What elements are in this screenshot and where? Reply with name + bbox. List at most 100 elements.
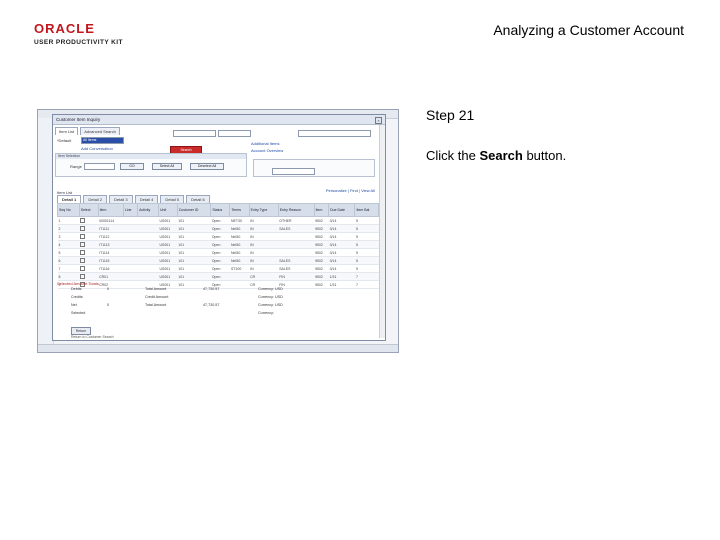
table-cell: Open [210, 240, 230, 249]
step-number: Step 21 [426, 107, 475, 123]
search-field-2[interactable] [218, 130, 251, 137]
row-select-checkbox[interactable] [79, 240, 99, 249]
table-cell: Open [210, 264, 230, 273]
item-selection-group: Item Selection Range GO Select All Desel… [55, 153, 247, 177]
checkbox-icon[interactable] [80, 225, 86, 231]
close-icon[interactable]: × [375, 117, 382, 124]
type-select[interactable] [272, 168, 315, 175]
table-cell: FIN [278, 280, 315, 289]
grid-column-header[interactable]: Activity [137, 203, 159, 217]
row-select-checkbox[interactable] [79, 264, 99, 273]
table-cell: ST100 [229, 264, 250, 273]
table-cell: Open [210, 216, 230, 225]
table-cell: OTHER [278, 216, 315, 225]
grid-column-header[interactable]: Status [210, 203, 231, 217]
table-cell: US001 [158, 224, 178, 233]
table-cell: Net30 [229, 248, 250, 257]
grid-column-header[interactable]: Customer ID [176, 203, 212, 217]
table-cell: 3/14 [328, 240, 355, 249]
instruction-target: Search [479, 148, 523, 163]
table-cell [137, 232, 159, 241]
table-cell: US001 [158, 256, 178, 265]
row-select-checkbox[interactable] [79, 216, 99, 225]
grid-column-header[interactable]: Terms [229, 203, 250, 217]
tab-item-list[interactable]: Item List [55, 127, 79, 135]
application-screenshot: Customer Item Inquiry × Item List Advanc… [37, 109, 399, 353]
table-cell: 9502 [314, 240, 329, 249]
grid-column-header[interactable]: Entry Type [248, 203, 279, 217]
table-cell: FIN [278, 272, 315, 281]
table-row: 8 CR01 US001 101 Open CR FIN 9502 1/31 7 [57, 272, 379, 281]
checkbox-icon[interactable] [80, 217, 86, 223]
table-cell: US001 [158, 216, 178, 225]
instruction-suffix: button. [522, 148, 567, 163]
grid-column-header[interactable]: Item [313, 203, 330, 217]
go-button[interactable]: GO [120, 163, 144, 170]
row-select-checkbox[interactable] [79, 256, 99, 265]
table-cell: IN [249, 216, 279, 225]
table-cell: 101 [177, 216, 211, 225]
table-cell: IT1116 [98, 264, 124, 273]
table-cell [137, 240, 159, 249]
checkbox-icon[interactable] [80, 233, 86, 239]
oracle-logo: ORACLE USER PRODUCTIVITY KIT [34, 22, 164, 46]
table-cell: CR [249, 272, 279, 281]
table-cell: IT1114 [98, 248, 124, 257]
row-select-checkbox[interactable] [79, 272, 99, 281]
table-cell: IN [249, 240, 279, 249]
search-field-1[interactable] [173, 130, 216, 137]
table-cell: 9502 [314, 216, 329, 225]
checkbox-icon[interactable] [80, 249, 86, 255]
range-input[interactable] [84, 163, 115, 170]
table-cell: SALES [278, 264, 315, 273]
grid-column-header[interactable]: Select [78, 203, 99, 217]
select-all-button[interactable]: Select All [152, 163, 182, 170]
table-cell: CR01 [98, 272, 124, 281]
table-cell [123, 280, 138, 289]
table-cell: 9502 [314, 224, 329, 233]
table-cell: 9502 [314, 264, 329, 273]
grid-column-header[interactable]: Item [97, 203, 124, 217]
row-select-checkbox[interactable] [79, 248, 99, 257]
summary-cell: 0 [107, 287, 110, 291]
additional-items-link[interactable]: Additional Items [251, 141, 279, 146]
dialog-scrollbar[interactable] [379, 125, 385, 338]
table-cell [123, 216, 138, 225]
tab-advanced-search[interactable]: Advanced Search [80, 127, 120, 135]
table-cell: 7 [354, 280, 379, 289]
checkbox-icon[interactable] [80, 241, 86, 247]
search-field-3[interactable] [298, 130, 371, 137]
row-select-checkbox[interactable] [79, 232, 99, 241]
table-cell: 3/14 [328, 256, 355, 265]
dialog-subtabs: Item List Advanced Search [55, 127, 121, 135]
grid-column-header[interactable]: Line [122, 203, 139, 217]
table-cell [123, 272, 138, 281]
checkbox-icon[interactable] [80, 273, 86, 279]
table-row: 3 IT1112 US001 101 Open Net30 IN 9502 3/14 5 [57, 232, 379, 241]
summary-cell: Total Amount [145, 287, 167, 291]
table-cell: 3 [57, 232, 80, 241]
table-cell [137, 256, 159, 265]
deselect-all-button[interactable]: Deselect All [190, 163, 224, 170]
grid-nav-links[interactable]: Personalize | Find | View All [326, 188, 375, 193]
grid-column-header[interactable]: Entry Reason [277, 203, 315, 217]
return-to-search-link[interactable]: Return to Customer Search [71, 335, 114, 339]
table-cell [229, 280, 250, 289]
checkbox-icon[interactable] [80, 257, 86, 263]
checkbox-icon[interactable] [80, 265, 86, 271]
row-select-checkbox[interactable] [79, 224, 99, 233]
add-conversation-link[interactable]: Add Conversation [81, 146, 113, 151]
table-cell: 3/14 [328, 224, 355, 233]
table-cell: 2 [57, 224, 80, 233]
grid-column-header[interactable]: Item Bal [354, 203, 379, 217]
dialog-title: Customer Item Inquiry [56, 117, 101, 122]
default-select[interactable]: All Items [81, 137, 124, 144]
table-cell: 9502 [314, 232, 329, 241]
grid-column-header[interactable]: Unit [157, 203, 178, 217]
grid-column-header[interactable]: Due Date [328, 203, 356, 217]
account-overview-link[interactable]: Account Overview [251, 148, 283, 153]
range-label: Range [70, 164, 82, 169]
grid-column-header[interactable]: Seq No [57, 203, 80, 217]
return-button[interactable]: Return [71, 327, 91, 335]
table-cell: 101 [177, 224, 211, 233]
